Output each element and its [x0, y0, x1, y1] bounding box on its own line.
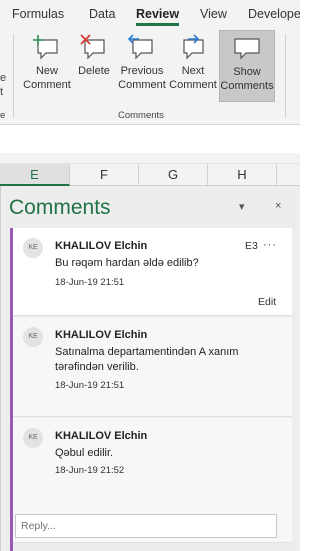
column-header-g[interactable]: G [139, 164, 208, 186]
tab-formulas[interactable]: Formulas [12, 7, 64, 21]
toolbar-gap [0, 153, 300, 163]
comments-pane: Comments ▾ × KE KHALILOV Elchin E3 ··· B… [0, 186, 300, 551]
avatar: KE [23, 327, 43, 347]
comment-text: Qəbul edilir. [55, 447, 114, 459]
cell-reference: E3 [245, 240, 258, 252]
comment-thread: KE KHALILOV Elchin E3 ··· Bu rəqəm harda… [10, 228, 292, 551]
comment-author: KHALILOV Elchin [55, 430, 148, 442]
previous-comment-label-1: Previous [120, 65, 164, 77]
comment-text: Satınalma departamentindən A xanım tərəf… [55, 346, 239, 373]
avatar: KE [23, 238, 43, 258]
previous-comment-icon [127, 34, 157, 60]
delete-comment-button[interactable]: Delete [76, 30, 112, 102]
comment-card[interactable]: KE KHALILOV Elchin E3 ··· Bu rəqəm harda… [13, 228, 292, 316]
reply-input[interactable] [16, 515, 276, 537]
edit-button[interactable]: Edit [258, 296, 276, 308]
tab-review[interactable]: Review [136, 7, 180, 26]
new-comment-button[interactable]: New Comment [22, 30, 72, 102]
ribbon: e t e New Comment Delete Previous Commen… [0, 28, 300, 125]
show-comments-button[interactable]: Show Comments [219, 30, 275, 102]
ribbon-separator [13, 34, 14, 118]
tab-data[interactable]: Data [89, 7, 115, 21]
new-comment-label-1: New [35, 65, 58, 77]
delete-comment-label: Delete [78, 65, 110, 77]
edge-label-top: e [0, 72, 7, 84]
comment-text: Bu rəqəm hardan əldə edilib? [55, 257, 199, 269]
comment-author: KHALILOV Elchin [55, 240, 148, 252]
column-header-f[interactable]: F [70, 164, 139, 186]
column-header-e[interactable]: E [0, 164, 70, 186]
next-comment-icon [178, 34, 208, 60]
delete-comment-icon [79, 34, 109, 60]
tab-view[interactable]: View [200, 7, 227, 21]
next-comment-button[interactable]: Next Comment [167, 30, 219, 102]
show-comments-icon [232, 35, 262, 61]
column-header-h[interactable]: H [208, 164, 277, 186]
comment-card[interactable]: KE KHALILOV Elchin Satınalma departament… [13, 317, 292, 417]
show-comments-label-2: Comments [220, 80, 274, 92]
comment-author: KHALILOV Elchin [55, 329, 148, 341]
comment-timestamp: 18-Jun-19 21:51 [55, 277, 125, 288]
more-options-icon[interactable]: ··· [263, 239, 277, 251]
new-comment-icon [32, 34, 62, 60]
comment-timestamp: 18-Jun-19 21:52 [55, 465, 125, 476]
next-comment-label-2: Comment [169, 79, 217, 91]
ribbon-separator-right [285, 34, 286, 118]
previous-comment-button[interactable]: Previous Comment [116, 30, 168, 102]
comments-group-label: Comments [118, 110, 164, 121]
previous-comment-label-2: Comment [118, 79, 166, 91]
pane-close-button[interactable]: × [275, 200, 281, 212]
reply-box [15, 514, 277, 538]
pane-title: Comments [9, 196, 111, 219]
next-comment-label-1: Next [181, 65, 205, 77]
tab-developer[interactable]: Develope [248, 7, 300, 21]
pane-options-dropdown[interactable]: ▾ [239, 200, 245, 213]
show-comments-label-1: Show [233, 66, 261, 78]
edge-label-mid: t [0, 86, 4, 98]
edge-label-bottom: e [0, 110, 6, 121]
avatar: KE [23, 428, 43, 448]
column-headers: E F G H [0, 164, 300, 186]
ribbon-tabs: Formulas Data Review View Develope [0, 0, 300, 28]
new-comment-label-2: Comment [23, 79, 71, 91]
comment-timestamp: 18-Jun-19 21:51 [55, 380, 125, 391]
excel-window: Formulas Data Review View Develope e t e… [0, 0, 300, 551]
